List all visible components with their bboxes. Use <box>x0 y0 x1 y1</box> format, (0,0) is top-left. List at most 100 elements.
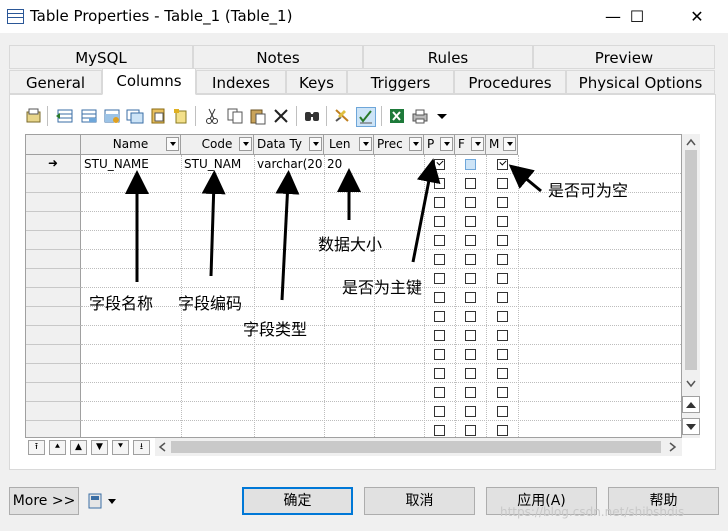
checkbox-primary[interactable] <box>434 311 445 322</box>
checkbox-foreign[interactable] <box>465 311 476 322</box>
checkbox-primary[interactable] <box>434 425 445 436</box>
row-selector[interactable] <box>26 307 81 326</box>
chevron-down-icon[interactable] <box>309 137 322 151</box>
chevron-down-icon[interactable] <box>471 137 484 151</box>
add-row-icon[interactable] <box>80 107 98 125</box>
cell-data-type[interactable]: varchar(20 <box>257 157 323 171</box>
checkbox-foreign[interactable] <box>465 159 476 170</box>
chevron-down-icon[interactable] <box>166 137 179 151</box>
checkbox-primary[interactable] <box>434 349 445 360</box>
chevron-down-icon[interactable] <box>359 137 372 151</box>
checkbox-foreign[interactable] <box>465 254 476 265</box>
tab-notes[interactable]: Notes <box>193 45 363 69</box>
scroll-down-icon[interactable] <box>686 380 696 388</box>
checkbox-mandatory[interactable] <box>497 178 508 189</box>
checkbox-primary[interactable] <box>434 330 445 341</box>
checkbox-foreign[interactable] <box>465 197 476 208</box>
row-selector[interactable] <box>26 421 81 437</box>
tab-mysql[interactable]: MySQL <box>9 45 193 69</box>
scroll-left-icon[interactable] <box>158 442 166 452</box>
chevron-down-icon[interactable] <box>409 137 422 151</box>
checkbox-primary[interactable] <box>434 254 445 265</box>
row-selector[interactable] <box>26 326 81 345</box>
horizontal-scrollbar[interactable] <box>155 438 682 456</box>
cell-code[interactable]: STU_NAM <box>184 157 252 171</box>
checkbox-mandatory[interactable] <box>497 330 508 341</box>
scroll-thumb[interactable] <box>685 150 697 370</box>
row-selector[interactable] <box>26 193 81 212</box>
copy-rows-icon[interactable] <box>126 107 144 125</box>
checkbox-foreign[interactable] <box>465 235 476 246</box>
row-selector[interactable] <box>26 212 81 231</box>
checkbox-foreign[interactable] <box>465 216 476 227</box>
checkbox-foreign[interactable] <box>465 330 476 341</box>
row-selector[interactable] <box>26 345 81 364</box>
checkbox-foreign[interactable] <box>465 387 476 398</box>
close-button[interactable]: ✕ <box>674 0 720 33</box>
properties-icon[interactable] <box>25 107 43 125</box>
tab-indexes[interactable]: Indexes <box>196 70 286 94</box>
checkbox-primary[interactable] <box>434 197 445 208</box>
header-length[interactable]: Len <box>324 135 374 155</box>
insert-row-icon[interactable] <box>56 107 74 125</box>
scroll-page-up-button[interactable] <box>682 396 700 413</box>
row-selector[interactable] <box>26 250 81 269</box>
checkbox-mandatory[interactable] <box>497 216 508 227</box>
tab-keys[interactable]: Keys <box>286 70 347 94</box>
checkbox-mandatory[interactable] <box>497 273 508 284</box>
chevron-down-icon[interactable] <box>239 137 252 151</box>
paste-icon[interactable] <box>249 107 267 125</box>
checkbox-mandatory[interactable] <box>497 387 508 398</box>
checkbox-mandatory[interactable] <box>497 159 508 170</box>
checkbox-mandatory[interactable] <box>497 254 508 265</box>
filter-icon[interactable] <box>333 107 351 125</box>
ok-button[interactable]: 确定 <box>242 487 353 515</box>
row-selector[interactable] <box>26 383 81 402</box>
checkbox-primary[interactable] <box>434 368 445 379</box>
row-selector[interactable] <box>26 269 81 288</box>
checkbox-primary[interactable] <box>434 178 445 189</box>
tab-columns[interactable]: Columns <box>102 68 196 95</box>
header-data-type[interactable]: Data Ty <box>254 135 324 155</box>
chevron-down-icon[interactable] <box>440 137 453 151</box>
row-selector[interactable] <box>26 402 81 421</box>
checkbox-foreign[interactable] <box>465 178 476 189</box>
checkbox-mandatory[interactable] <box>497 235 508 246</box>
delete-icon[interactable] <box>272 107 290 125</box>
cell-name[interactable]: STU_NAME <box>84 157 149 171</box>
checkbox-mandatory[interactable] <box>497 197 508 208</box>
row-selector[interactable] <box>26 288 81 307</box>
save-options-icon[interactable] <box>88 493 118 509</box>
copy-icon[interactable] <box>226 107 244 125</box>
tab-physical-options[interactable]: Physical Options <box>566 70 715 94</box>
checkbox-mandatory[interactable] <box>497 368 508 379</box>
new-icon[interactable] <box>172 107 190 125</box>
tab-preview[interactable]: Preview <box>533 45 715 69</box>
scroll-right-icon[interactable] <box>669 442 677 452</box>
print-icon[interactable] <box>411 107 429 125</box>
checkbox-foreign[interactable] <box>465 292 476 303</box>
checkbox-primary[interactable] <box>434 292 445 303</box>
row-selector[interactable] <box>26 231 81 250</box>
checkbox-mandatory[interactable] <box>497 292 508 303</box>
excel-icon[interactable] <box>388 107 406 125</box>
maximize-button[interactable]: ☐ <box>614 0 660 33</box>
checkbox-primary[interactable] <box>434 273 445 284</box>
checkbox-primary[interactable] <box>434 387 445 398</box>
checkbox-foreign[interactable] <box>465 368 476 379</box>
tab-general[interactable]: General <box>9 70 102 94</box>
checkbox-primary[interactable] <box>434 159 445 170</box>
cut-icon[interactable] <box>203 107 221 125</box>
scroll-page-down-button[interactable] <box>682 418 700 435</box>
move-up-button[interactable]: ▲ <box>70 440 87 455</box>
header-name[interactable]: Name <box>81 135 181 155</box>
checkbox-foreign[interactable] <box>465 425 476 436</box>
row-selector[interactable] <box>26 174 81 193</box>
checkbox-primary[interactable] <box>434 235 445 246</box>
header-mandatory[interactable]: M <box>486 135 518 155</box>
vertical-scrollbar[interactable] <box>682 134 700 438</box>
move-bottom-button[interactable]: ⭳ <box>133 440 150 455</box>
more-button[interactable]: More >> <box>9 487 79 515</box>
header-code[interactable]: Code <box>181 135 254 155</box>
checkbox-foreign[interactable] <box>465 273 476 284</box>
